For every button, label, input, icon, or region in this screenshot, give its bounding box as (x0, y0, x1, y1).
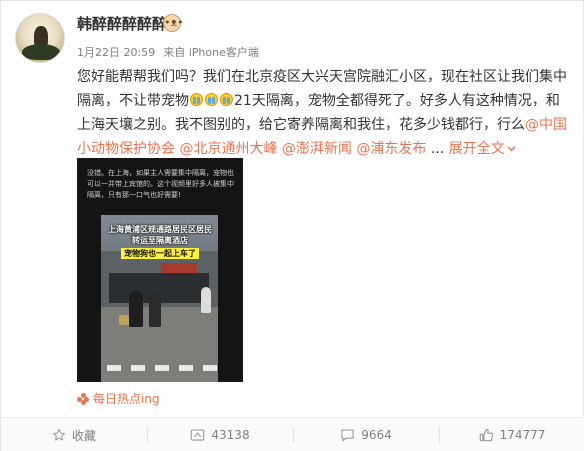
crying-emoji-icon (205, 93, 218, 106)
repost-button[interactable]: 43138 (147, 418, 293, 451)
avatar-foliage (22, 44, 60, 60)
post-meta: 1月22日 20:59 来自 iPhone客户端 (77, 44, 259, 60)
crosswalk-stripe (179, 365, 193, 371)
action-bar: 收藏 43138 9664 174777 (1, 418, 584, 451)
mention-link[interactable]: @浦东发布 (356, 141, 426, 157)
share-icon (191, 429, 205, 441)
cat-face-icon: •ᴥ• (163, 14, 184, 32)
favorite-button[interactable]: 收藏 (1, 418, 147, 451)
star-icon (52, 428, 66, 441)
comment-icon (341, 429, 354, 442)
topic-link[interactable]: 每日热点ing (77, 390, 160, 407)
person-in-protective-suit (201, 287, 211, 313)
username[interactable]: 韩醉醉醉醉醉 (77, 13, 167, 34)
thumbs-up-icon (479, 428, 493, 442)
expand-full-text-link[interactable]: 展开全文 (449, 141, 516, 157)
source-prefix: 来自 (163, 46, 186, 59)
comment-count: 9664 (361, 428, 392, 442)
ellipsis: ... (430, 141, 445, 157)
post-source[interactable]: iPhone客户端 (189, 46, 259, 59)
expand-label: 展开全文 (448, 141, 505, 157)
avatar[interactable] (15, 13, 65, 63)
crosswalk-stripe (203, 365, 217, 371)
crosswalk-stripe (155, 365, 169, 371)
video-caption: 没错。在上海，如果主人需要集中隔离，宠物也可以一并带上宾馆的。这个视频里好多人被… (87, 169, 234, 199)
favorite-label: 收藏 (71, 428, 96, 443)
overlay-line-1: 上海黄浦区规通路居民区居民 (108, 225, 212, 234)
mention-link[interactable]: @北京通州大峰 (179, 141, 277, 157)
crosswalk-stripe (107, 365, 121, 371)
crying-emoji-icon (190, 93, 203, 106)
person (129, 291, 143, 327)
like-count: 174777 (499, 428, 546, 442)
post-timestamp[interactable]: 1月22日 20:59 (77, 46, 155, 59)
flower-icon (77, 393, 89, 405)
person (149, 293, 161, 327)
awning (161, 263, 197, 273)
video-overlay-title: 上海黄浦区规通路居民区居民 转运至隔离酒店 宠物狗也一起上车了 (107, 224, 213, 259)
crosswalk-stripe (131, 365, 145, 371)
like-button[interactable]: 174777 (439, 418, 584, 451)
crying-emoji-icon (220, 93, 233, 106)
post-body: 您好能帮帮我们吗？我们在北京疫区大兴天宫院融汇小区，现在社区让我们集中隔离，不让… (77, 65, 573, 161)
mention-link[interactable]: @澎湃新闻 (282, 141, 352, 157)
overlay-line-2: 转运至隔离酒店 (132, 236, 188, 245)
video-thumbnail[interactable]: 没错。在上海，如果主人需要集中隔离，宠物也可以一并带上宾馆的。这个视频里好多人被… (77, 158, 243, 382)
overlay-badge: 宠物狗也一起上车了 (121, 248, 199, 259)
chevron-down-icon (507, 146, 516, 152)
repost-count: 43138 (211, 428, 250, 442)
topic-label: 每日热点ing (93, 392, 160, 406)
comment-button[interactable]: 9664 (293, 418, 439, 451)
weibo-post-card: 韩醉醉醉醉醉 •ᴥ• 1月22日 20:59 来自 iPhone客户端 您好能帮帮… (0, 0, 584, 451)
